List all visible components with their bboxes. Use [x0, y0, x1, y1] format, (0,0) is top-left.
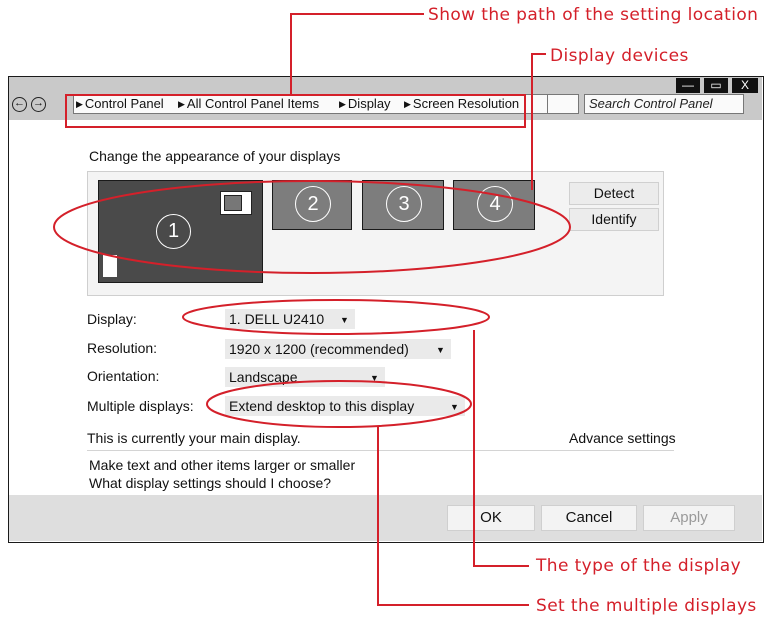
breadcrumb-item-control-panel[interactable]: ▶ Control Panel: [76, 95, 164, 113]
forward-button[interactable]: →: [31, 97, 46, 112]
callout-display-devices: Display devices: [550, 46, 689, 66]
display-select-value: 1. DELL U2410: [229, 311, 325, 327]
resolution-select[interactable]: 1920 x 1200 (recommended) ▼: [225, 339, 451, 359]
forward-arrow-icon: →: [33, 97, 44, 109]
chevron-right-icon: ▶: [178, 99, 185, 109]
monitor-settings-icon: [220, 191, 252, 215]
chevron-down-icon: ▼: [436, 345, 445, 355]
callout-path: Show the path of the setting location: [428, 5, 759, 25]
chevron-right-icon: ▶: [76, 99, 83, 109]
chevron-down-icon: ▼: [370, 373, 379, 383]
monitor-1[interactable]: 1: [98, 180, 263, 283]
callout-display-type: The type of the display: [536, 556, 742, 576]
chevron-right-icon: ▶: [339, 99, 346, 109]
breadcrumb: ▶ Control Panel ▶ All Control Panel Items …: [73, 94, 579, 114]
breadcrumb-item-display[interactable]: ▶ Display: [339, 95, 391, 113]
breadcrumb-item-screen-resolution[interactable]: ▶ Screen Resolution: [404, 95, 519, 113]
chevron-down-icon: ▼: [450, 402, 459, 412]
close-button[interactable]: X: [732, 78, 758, 93]
monitor-number-2: 2: [295, 186, 331, 222]
display-select[interactable]: 1. DELL U2410 ▼: [225, 309, 355, 329]
orientation-label: Orientation:: [87, 368, 160, 384]
maximize-button[interactable]: ▭: [704, 78, 728, 93]
orientation-select[interactable]: Landscape ▼: [225, 367, 385, 387]
orientation-select-value: Landscape: [229, 369, 298, 385]
dialog-footer: OK Cancel Apply: [9, 495, 762, 541]
divider: [87, 450, 674, 451]
cancel-button[interactable]: Cancel: [541, 505, 637, 531]
multiple-displays-select-value: Extend desktop to this display: [229, 398, 415, 414]
page-heading: Change the appearance of your displays: [89, 148, 341, 164]
detect-button[interactable]: Detect: [569, 182, 659, 205]
display-label: Display:: [87, 311, 137, 327]
monitor-number-1: 1: [156, 214, 191, 249]
screen-resolution-window: — ▭ X ← → ▶ Control Panel ▶ All Control Pa…: [8, 76, 764, 543]
apply-button[interactable]: Apply: [643, 505, 735, 531]
address-dropdown[interactable]: [547, 94, 579, 114]
back-button[interactable]: ←: [12, 97, 27, 112]
search-input[interactable]: Search Control Panel: [584, 94, 744, 114]
multiple-displays-select[interactable]: Extend desktop to this display ▼: [225, 396, 465, 416]
display-help-link[interactable]: What display settings should I choose?: [89, 475, 331, 491]
monitor-4[interactable]: 4: [453, 180, 535, 230]
monitor-2[interactable]: 2: [272, 180, 352, 230]
monitor-3[interactable]: 3: [362, 180, 444, 230]
resolution-select-value: 1920 x 1200 (recommended): [229, 341, 409, 357]
callout-multiple-displays: Set the multiple displays: [536, 596, 757, 616]
chevron-down-icon: ▼: [340, 315, 349, 325]
breadcrumb-item-all-items[interactable]: ▶ All Control Panel Items: [178, 95, 319, 113]
resolution-label: Resolution:: [87, 340, 158, 356]
back-arrow-icon: ←: [14, 97, 25, 109]
taskbar-icon: [103, 255, 117, 277]
multiple-displays-label: Multiple displays:: [87, 398, 194, 414]
advance-settings-link[interactable]: Advance settings: [569, 430, 676, 446]
ok-button[interactable]: OK: [447, 505, 535, 531]
display-arrangement-panel: 1 2 3 4 Detect Identify: [87, 171, 664, 296]
main-display-note: This is currently your main display.: [87, 430, 301, 446]
text-size-link[interactable]: Make text and other items larger or smal…: [89, 457, 355, 473]
monitor-number-4: 4: [477, 186, 513, 222]
identify-button[interactable]: Identify: [569, 208, 659, 231]
chevron-right-icon: ▶: [404, 99, 411, 109]
minimize-button[interactable]: —: [676, 78, 700, 93]
monitor-number-3: 3: [386, 186, 422, 222]
title-bar: — ▭ X ← → ▶ Control Panel ▶ All Control Pa…: [9, 77, 762, 120]
